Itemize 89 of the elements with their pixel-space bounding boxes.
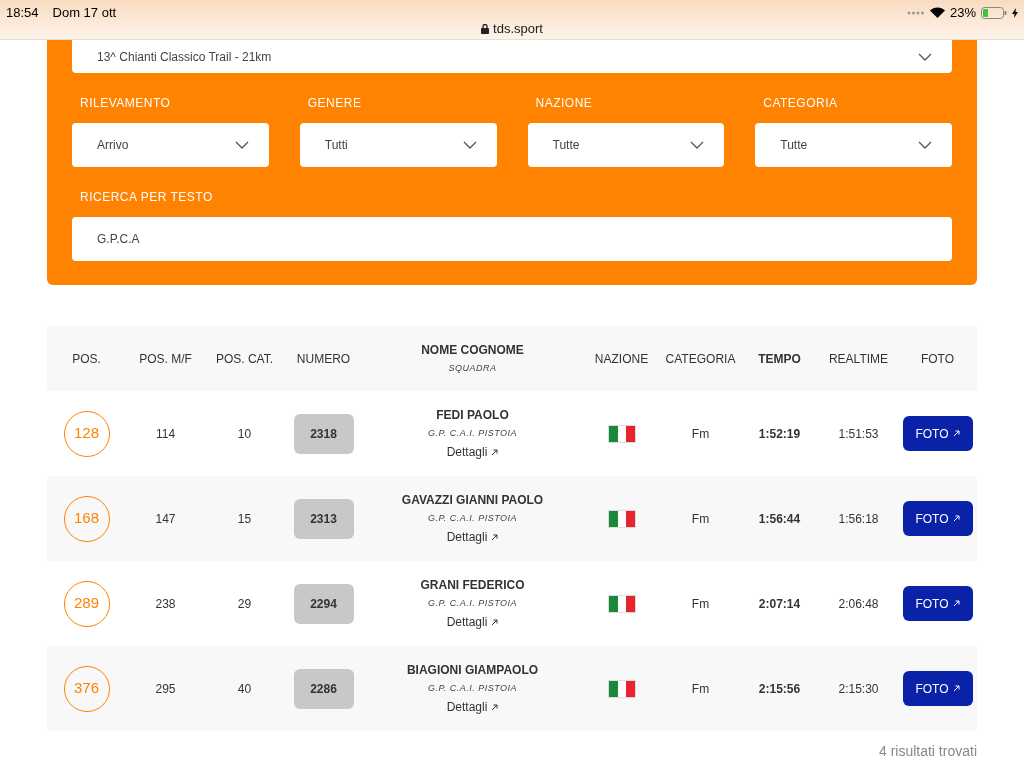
table-cell-text: 15 (237, 510, 252, 528)
filter-label: CATEGORIA (763, 95, 839, 112)
external-arrow-icon (952, 600, 960, 607)
external-arrow-icon (491, 448, 499, 456)
date-text: Dom 17 ott (52, 4, 117, 22)
team-name: G.P. C.A.I. PISTOIA (426, 511, 519, 525)
table-cell-text: 40 (237, 680, 252, 698)
filter-label: GENERE (307, 95, 363, 112)
photo-button[interactable]: FOTO (902, 586, 973, 621)
team-name: G.P. C.A.I. PISTOIA (427, 426, 518, 440)
table-cell-text: 29 (237, 595, 252, 613)
external-arrow-icon (952, 515, 960, 522)
runner-name: GAVAZZI GIANNI PAOLO (401, 491, 544, 509)
details-link[interactable]: Dettagli (446, 613, 499, 632)
table-cell-text: 1:56:44 (758, 510, 801, 528)
external-arrow-icon (491, 703, 499, 711)
bib-number: 2313 (293, 498, 354, 539)
filter-label: NAZIONE (535, 95, 594, 112)
table-cell-text: Fm (691, 595, 710, 613)
filter-label: RILEVAMENTO (80, 95, 172, 112)
chevron-down-icon (690, 141, 705, 149)
results-count: 4 risultati trovati (877, 742, 977, 761)
runner-name: FEDI PAOLO (435, 406, 510, 424)
column-header: CATEGORIA (665, 350, 736, 368)
column-header: NAZIONE (594, 350, 649, 368)
dropdown-select[interactable]: Tutti (299, 123, 497, 167)
team-name: G.P. C.A.I. PISTOIA (426, 596, 519, 610)
dropdown-select[interactable]: Arrivo (72, 123, 269, 167)
battery-icon (981, 6, 1007, 19)
column-header: REALTIME (828, 350, 889, 368)
flag-icon (607, 424, 636, 443)
column-subheader: SQUADRA (447, 362, 498, 376)
table-cell-text: 1:56:18 (838, 510, 879, 528)
chevron-down-icon (918, 52, 932, 61)
details-link[interactable]: Dettagli (446, 528, 499, 547)
team-name: G.P. C.A.I. PISTOIA (426, 681, 519, 695)
flag-icon (607, 509, 636, 528)
chevron-down-icon (234, 141, 249, 149)
external-arrow-icon (952, 685, 960, 692)
flag-icon (607, 679, 636, 698)
search-field[interactable]: G.P.C.A (72, 217, 952, 261)
wifi-icon (929, 7, 945, 19)
table-cell-text: 2:15:30 (838, 680, 879, 698)
table-cell-text: 238 (155, 595, 176, 613)
external-arrow-icon (952, 430, 960, 437)
column-header: NUMERO (296, 350, 351, 368)
table-cell-text: 147 (155, 510, 176, 528)
charging-bolt-icon (1012, 7, 1018, 18)
photo-button[interactable]: FOTO (902, 416, 973, 451)
external-arrow-icon (491, 618, 499, 626)
signal-dots-icon (906, 10, 925, 15)
search-label: RICERCA PER TESTO (80, 189, 214, 206)
url-text[interactable]: tds.sport (493, 19, 543, 39)
column-header: FOTO (920, 350, 955, 368)
clock-time: 18:54 (6, 4, 39, 22)
details-link[interactable]: Dettagli (446, 443, 499, 462)
dropdown-select[interactable]: Tutte (527, 123, 725, 167)
table-cell-text: 295 (155, 680, 176, 698)
column-header: POS. M/F (139, 350, 192, 368)
chevron-down-icon (918, 141, 932, 149)
table-cell-text: 2:15:56 (758, 680, 801, 698)
chevron-down-icon (462, 141, 477, 149)
column-header: POS. CAT. (215, 350, 274, 368)
race-select[interactable]: 13^ Chianti Classico Trail - 21km (72, 40, 952, 73)
table-cell-text: 2:07:14 (758, 595, 801, 613)
column-header: NOME COGNOME (421, 342, 524, 360)
details-link[interactable]: Dettagli (446, 698, 499, 717)
table-cell-text: 2:06:48 (838, 595, 879, 613)
photo-button[interactable]: FOTO (902, 501, 973, 536)
lock-icon (481, 23, 490, 34)
battery-percent: 23% (949, 4, 976, 22)
table-cell-text: 1:52:19 (758, 425, 801, 443)
bib-number: 2294 (293, 583, 354, 624)
table-cell-text: 10 (237, 425, 252, 443)
table-cell-text: Fm (691, 425, 710, 443)
flag-icon (607, 594, 636, 613)
column-header: POS. (72, 350, 101, 368)
table-cell-text: Fm (691, 680, 710, 698)
runner-name: GRANI FEDERICO (420, 576, 525, 594)
external-arrow-icon (491, 533, 499, 541)
runner-name: BIAGIONI GIAMPAOLO (406, 661, 539, 679)
bib-number: 2286 (293, 668, 354, 709)
table-cell-text: Fm (691, 510, 710, 528)
bib-number: 2318 (293, 413, 354, 454)
table-cell-text: 114 (155, 425, 176, 443)
dropdown-select[interactable]: Tutte (755, 123, 952, 167)
photo-button[interactable]: FOTO (902, 671, 973, 706)
column-header: TEMPO (758, 350, 801, 368)
table-cell-text: 1:51:53 (838, 425, 879, 443)
